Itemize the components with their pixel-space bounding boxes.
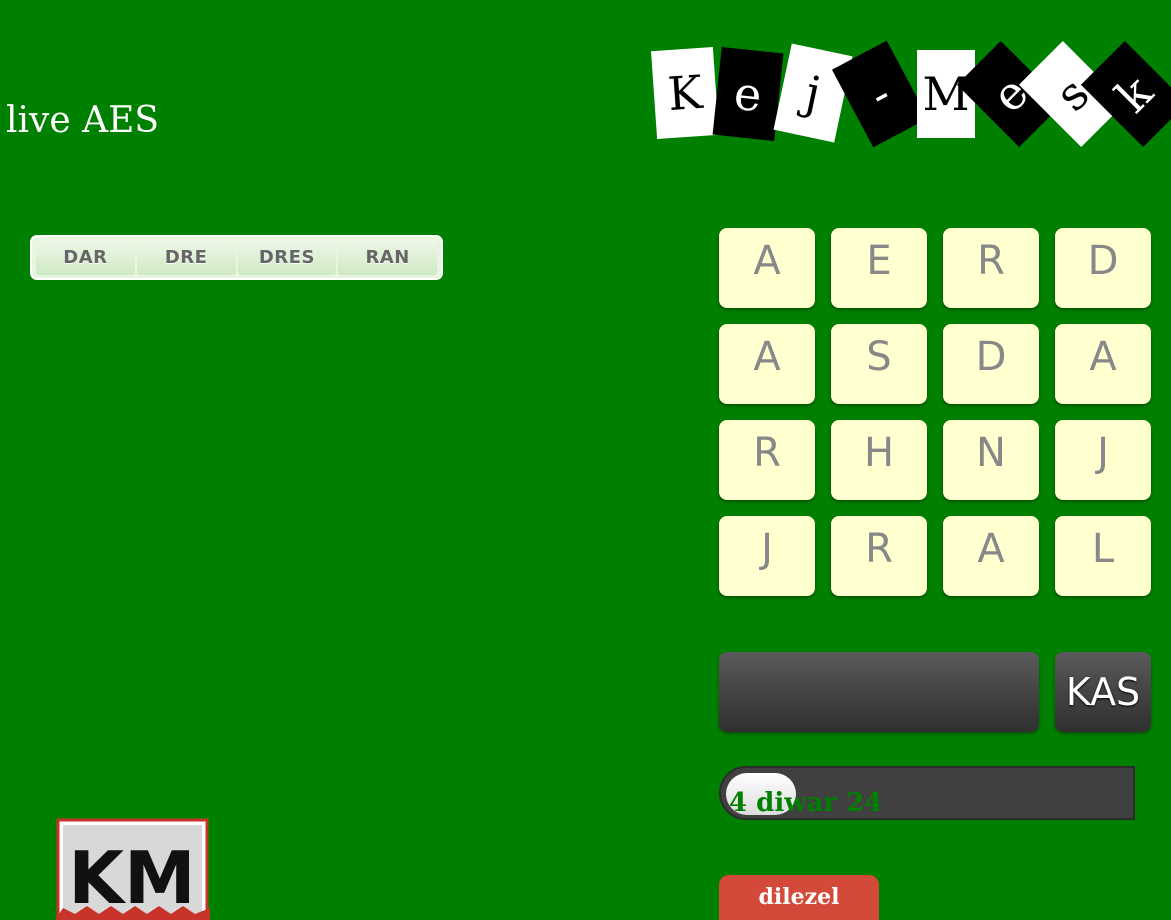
- letter-tile[interactable]: E: [831, 228, 927, 308]
- logo-letter: e: [712, 47, 784, 141]
- found-word: DRE: [136, 240, 236, 275]
- found-word: RAN: [338, 240, 437, 275]
- progress-label: 4 diwar 24: [729, 788, 883, 818]
- letter-tile[interactable]: R: [943, 228, 1039, 308]
- letter-tile[interactable]: A: [719, 324, 815, 404]
- found-word: DAR: [36, 240, 135, 275]
- letter-tile[interactable]: A: [943, 516, 1039, 596]
- letter-tile[interactable]: J: [1055, 420, 1151, 500]
- letter-tile[interactable]: L: [1055, 516, 1151, 596]
- letter-tile[interactable]: R: [719, 420, 815, 500]
- letter-tile[interactable]: J: [719, 516, 815, 596]
- found-word: DRES: [237, 240, 337, 275]
- letter-tile[interactable]: A: [1055, 324, 1151, 404]
- current-word-display: [719, 652, 1039, 732]
- progress-bar: 4 diwar 24: [719, 766, 1135, 820]
- letter-tile[interactable]: A: [719, 228, 815, 308]
- logo-letter: K: [651, 46, 719, 140]
- km-badge-logo: KM: [55, 818, 210, 920]
- found-words-list: DAR DRE DRES RAN: [30, 235, 443, 280]
- logo-letter: j: [773, 43, 853, 143]
- submit-word-button[interactable]: KAS: [1055, 652, 1151, 732]
- km-badge-image: KM: [55, 818, 210, 920]
- status-text: live AES: [6, 100, 160, 141]
- letter-tile[interactable]: S: [831, 324, 927, 404]
- letter-tile[interactable]: H: [831, 420, 927, 500]
- dilezel-button[interactable]: dilezel: [719, 875, 879, 920]
- letter-tile[interactable]: D: [1055, 228, 1151, 308]
- letter-tile[interactable]: N: [943, 420, 1039, 500]
- letter-tile[interactable]: R: [831, 516, 927, 596]
- letter-tile[interactable]: D: [943, 324, 1039, 404]
